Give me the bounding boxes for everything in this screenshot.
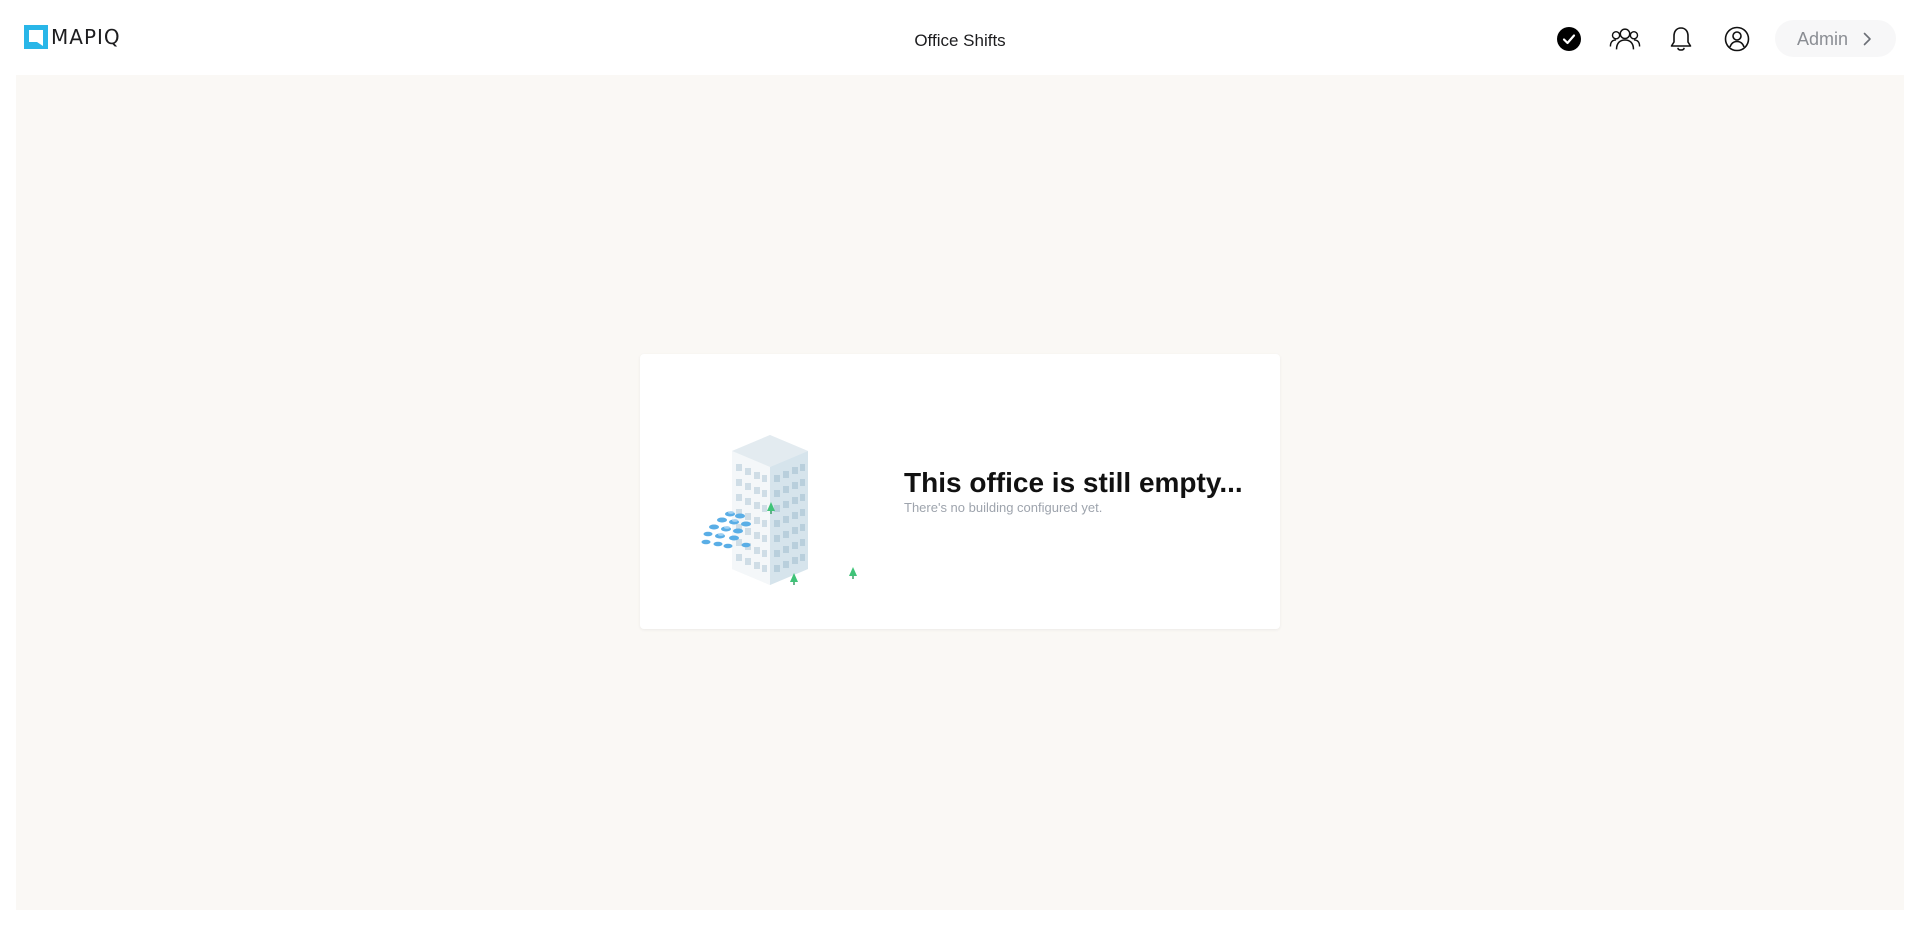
bell-icon[interactable]: [1665, 23, 1697, 55]
mapiq-logo[interactable]: MAPIQ: [24, 25, 121, 49]
building-illustration: [701, 435, 857, 585]
page-title: Office Shifts: [914, 31, 1006, 50]
people-icon[interactable]: [1609, 23, 1641, 55]
top-bar: MAPIQ Office Shifts Admin: [0, 0, 1920, 75]
logo-text: MAPIQ: [51, 25, 121, 49]
admin-label: Admin: [1797, 28, 1849, 49]
main-content: This office is still empty... There's no…: [16, 75, 1904, 910]
user-circle-icon[interactable]: [1721, 23, 1753, 55]
empty-state-card: This office is still empty... There's no…: [640, 354, 1280, 629]
mapiq-logo-icon: [24, 25, 48, 49]
admin-button[interactable]: Admin: [1775, 20, 1896, 57]
chevron-right-icon: [1863, 32, 1871, 45]
empty-state-subtitle: There's no building configured yet.: [904, 500, 1103, 515]
empty-state-title: This office is still empty...: [904, 467, 1243, 498]
check-circle-icon[interactable]: [1553, 23, 1585, 55]
